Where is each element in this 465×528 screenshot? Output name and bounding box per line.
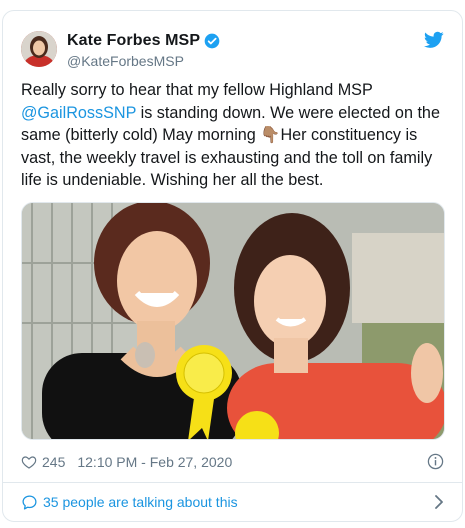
divider <box>3 482 462 483</box>
chevron-right-icon <box>435 495 443 509</box>
author-name[interactable]: Kate Forbes MSP <box>67 32 200 50</box>
tweet-timestamp[interactable]: 12:10 PM - Feb 27, 2020 <box>77 454 232 470</box>
verified-badge-icon <box>204 33 220 49</box>
info-icon[interactable] <box>427 453 444 470</box>
tweet-meta: 245 12:10 PM - Feb 27, 2020 <box>21 452 444 472</box>
avatar-image <box>21 31 57 67</box>
mention-link[interactable]: @GailRossSNP <box>21 104 136 122</box>
tweet-text: Really sorry to hear that my fellow High… <box>21 79 446 192</box>
photo-two-women-snp-rosettes <box>22 203 444 439</box>
tweet-embed-card: Kate Forbes MSP @KateForbesMSP Really so… <box>2 10 463 522</box>
twitter-bird-icon[interactable] <box>424 31 444 49</box>
author-handle[interactable]: @KateForbesMSP <box>67 53 184 69</box>
like-count[interactable]: 245 <box>42 454 65 470</box>
tweet-header: Kate Forbes MSP @KateForbesMSP <box>21 31 444 71</box>
talking-count-label: 35 people are talking about this <box>43 494 238 510</box>
pointing-down-emoji: 👇🏽 <box>260 125 281 144</box>
reply-bubble-icon <box>22 494 37 510</box>
tweet-text-part: Really sorry to hear that my fellow High… <box>21 81 373 99</box>
tweet-photo[interactable] <box>21 202 445 440</box>
conversation-link[interactable]: 35 people are talking about this <box>21 490 444 514</box>
author-avatar[interactable] <box>21 31 57 67</box>
heart-icon[interactable] <box>21 454 37 470</box>
